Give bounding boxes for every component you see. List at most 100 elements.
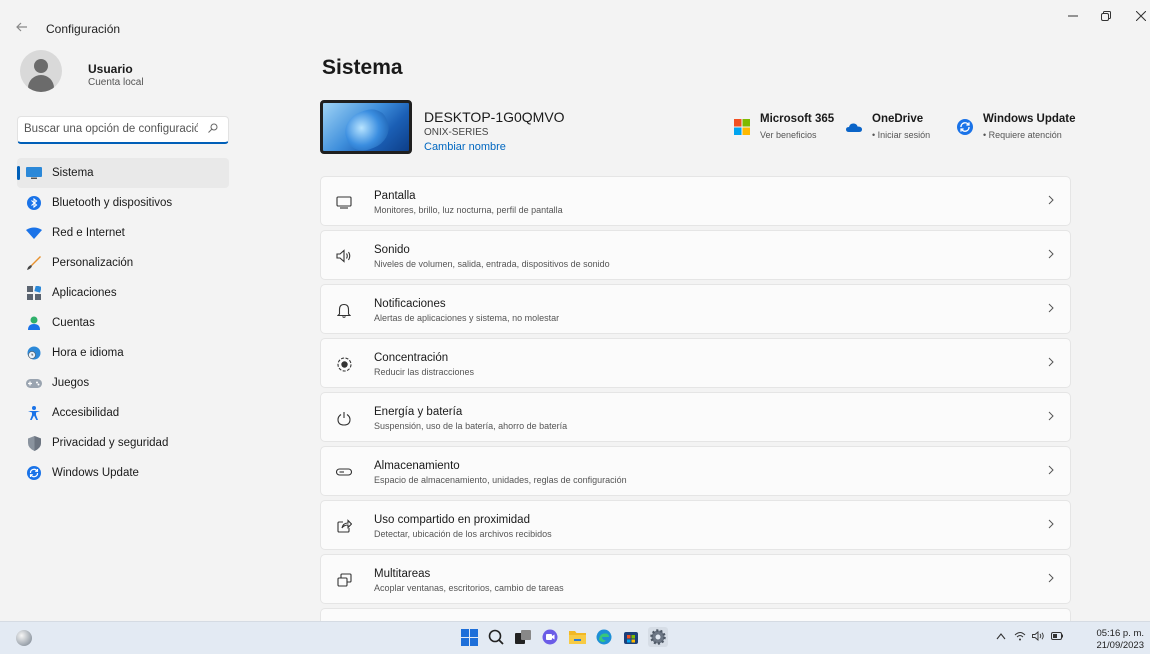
sidebar-item-hora-idioma[interactable]: Hora e idioma <box>17 338 229 368</box>
title-bar: Configuración <box>0 0 1150 48</box>
sidebar-item-cuentas[interactable]: Cuentas <box>17 308 229 338</box>
setting-description: Niveles de volumen, salida, entrada, dis… <box>374 259 610 269</box>
shield-icon <box>26 435 42 451</box>
setting-title: Uso compartido en proximidad <box>374 514 530 526</box>
battery-icon[interactable] <box>1051 631 1063 643</box>
settings-search[interactable] <box>17 116 229 144</box>
windows-update-icon <box>26 465 42 481</box>
sidebar-item-label: Accesibilidad <box>52 407 120 419</box>
setting-title: Almacenamiento <box>374 460 460 472</box>
promo-windows-update[interactable]: Windows Update • Requiere atención <box>957 113 1076 147</box>
speaker-icon <box>335 247 353 265</box>
sidebar-item-accesibilidad[interactable]: Accesibilidad <box>17 398 229 428</box>
setting-sonido[interactable]: Sonido Niveles de volumen, salida, entra… <box>320 230 1071 280</box>
chevron-right-icon <box>1048 194 1054 208</box>
wifi-icon <box>26 225 42 241</box>
chevron-up-icon[interactable] <box>996 631 1006 643</box>
setting-title: Sonido <box>374 244 410 256</box>
promo-subtitle: • Requiere atención <box>983 130 1062 140</box>
sidebar-nav: Sistema Bluetooth y dispositivos Red e I… <box>17 158 229 488</box>
sidebar-item-label: Bluetooth y dispositivos <box>52 197 173 209</box>
system-tray: 05:16 p. m. 21/09/2023 <box>990 622 1150 654</box>
globe-clock-icon <box>26 345 42 361</box>
user-name: Usuario <box>88 62 133 76</box>
sidebar-item-label: Sistema <box>52 167 94 179</box>
chevron-right-icon <box>1048 518 1054 532</box>
settings-gear-icon[interactable] <box>648 627 668 647</box>
setting-description: Suspensión, uso de la batería, ahorro de… <box>374 421 568 431</box>
system-icon <box>26 165 42 181</box>
sidebar-item-label: Cuentas <box>52 317 95 329</box>
setting-multitareas[interactable]: Multitareas Acoplar ventanas, escritorio… <box>320 554 1071 604</box>
sidebar-item-red[interactable]: Red e Internet <box>17 218 229 248</box>
setting-pantalla[interactable]: Pantalla Monitores, brillo, luz nocturna… <box>320 176 1071 226</box>
setting-description: Detectar, ubicación de los archivos reci… <box>374 529 552 539</box>
sidebar-item-personalizacion[interactable]: Personalización <box>17 248 229 278</box>
speaker-icon[interactable] <box>1032 631 1045 644</box>
person-icon <box>26 315 42 331</box>
setting-description: Reducir las distracciones <box>374 367 475 377</box>
taskbar: 05:16 p. m. 21/09/2023 <box>0 621 1150 654</box>
power-icon <box>335 409 353 427</box>
weather-icon[interactable] <box>16 630 32 646</box>
user-profile[interactable]: Usuario Cuenta local <box>20 50 230 100</box>
promo-subtitle: • Iniciar sesión <box>872 130 931 140</box>
sidebar-item-aplicaciones[interactable]: Aplicaciones <box>17 278 229 308</box>
sidebar-item-privacidad[interactable]: Privacidad y seguridad <box>17 428 229 458</box>
gamepad-icon <box>26 375 42 391</box>
sidebar-item-label: Windows Update <box>52 467 139 479</box>
store-icon[interactable] <box>621 627 641 647</box>
taskbar-apps <box>459 627 668 647</box>
focus-icon <box>335 355 353 373</box>
setting-almacenamiento[interactable]: Almacenamiento Espacio de almacenamiento… <box>320 446 1071 496</box>
sidebar-item-windows-update[interactable]: Windows Update <box>17 458 229 488</box>
promo-microsoft-365[interactable]: Microsoft 365 Ver beneficios <box>734 113 844 147</box>
sidebar-item-sistema[interactable]: Sistema <box>17 158 229 188</box>
file-explorer-icon[interactable] <box>567 627 587 647</box>
bluetooth-icon <box>26 195 42 211</box>
sidebar-item-bluetooth[interactable]: Bluetooth y dispositivos <box>17 188 229 218</box>
promo-subtitle: Ver beneficios <box>760 130 817 140</box>
minimize-button[interactable] <box>1060 8 1086 24</box>
search-icon[interactable] <box>486 627 506 647</box>
task-view-icon[interactable] <box>513 627 533 647</box>
clock-time[interactable]: 05:16 p. m. <box>1096 628 1144 639</box>
setting-concentracion[interactable]: Concentración Reducir las distracciones <box>320 338 1071 388</box>
close-button[interactable] <box>1128 8 1150 24</box>
setting-energia-bateria[interactable]: Energía y batería Suspensión, uso de la … <box>320 392 1071 442</box>
sidebar-item-label: Hora e idioma <box>52 347 124 359</box>
rename-device-link[interactable]: Cambiar nombre <box>424 141 506 153</box>
windows-start-icon[interactable] <box>459 627 479 647</box>
setting-description: Monitores, brillo, luz nocturna, perfil … <box>374 205 563 215</box>
apps-icon <box>26 285 42 301</box>
search-icon <box>208 123 218 136</box>
page-title: Sistema <box>322 56 403 79</box>
search-input[interactable] <box>18 117 198 141</box>
setting-notificaciones[interactable]: Notificaciones Alertas de aplicaciones y… <box>320 284 1071 334</box>
setting-title: Pantalla <box>374 190 416 202</box>
sidebar-item-label: Juegos <box>52 377 90 389</box>
clock-date[interactable]: 21/09/2023 <box>1096 640 1144 651</box>
promo-title: OneDrive <box>872 113 924 125</box>
onedrive-cloud-icon <box>846 119 862 135</box>
chat-icon[interactable] <box>540 627 560 647</box>
chevron-right-icon <box>1048 572 1054 586</box>
arrow-left-icon[interactable] <box>16 20 28 35</box>
setting-title: Multitareas <box>374 568 431 580</box>
promo-onedrive[interactable]: OneDrive • Iniciar sesión <box>846 113 946 147</box>
setting-next-partial[interactable] <box>320 608 1071 622</box>
sidebar-item-label: Red e Internet <box>52 227 125 239</box>
bell-icon <box>335 301 353 319</box>
wifi-icon[interactable] <box>1014 631 1026 644</box>
chevron-right-icon <box>1048 356 1054 370</box>
avatar <box>20 50 62 92</box>
multitask-icon <box>335 571 353 589</box>
restore-button[interactable] <box>1093 8 1119 24</box>
edge-icon[interactable] <box>594 627 614 647</box>
promo-title: Microsoft 365 <box>760 113 835 125</box>
chevron-right-icon <box>1048 302 1054 316</box>
setting-uso-compartido[interactable]: Uso compartido en proximidad Detectar, u… <box>320 500 1071 550</box>
setting-description: Acoplar ventanas, escritorios, cambio de… <box>374 583 564 593</box>
setting-description: Alertas de aplicaciones y sistema, no mo… <box>374 313 560 323</box>
sidebar-item-juegos[interactable]: Juegos <box>17 368 229 398</box>
